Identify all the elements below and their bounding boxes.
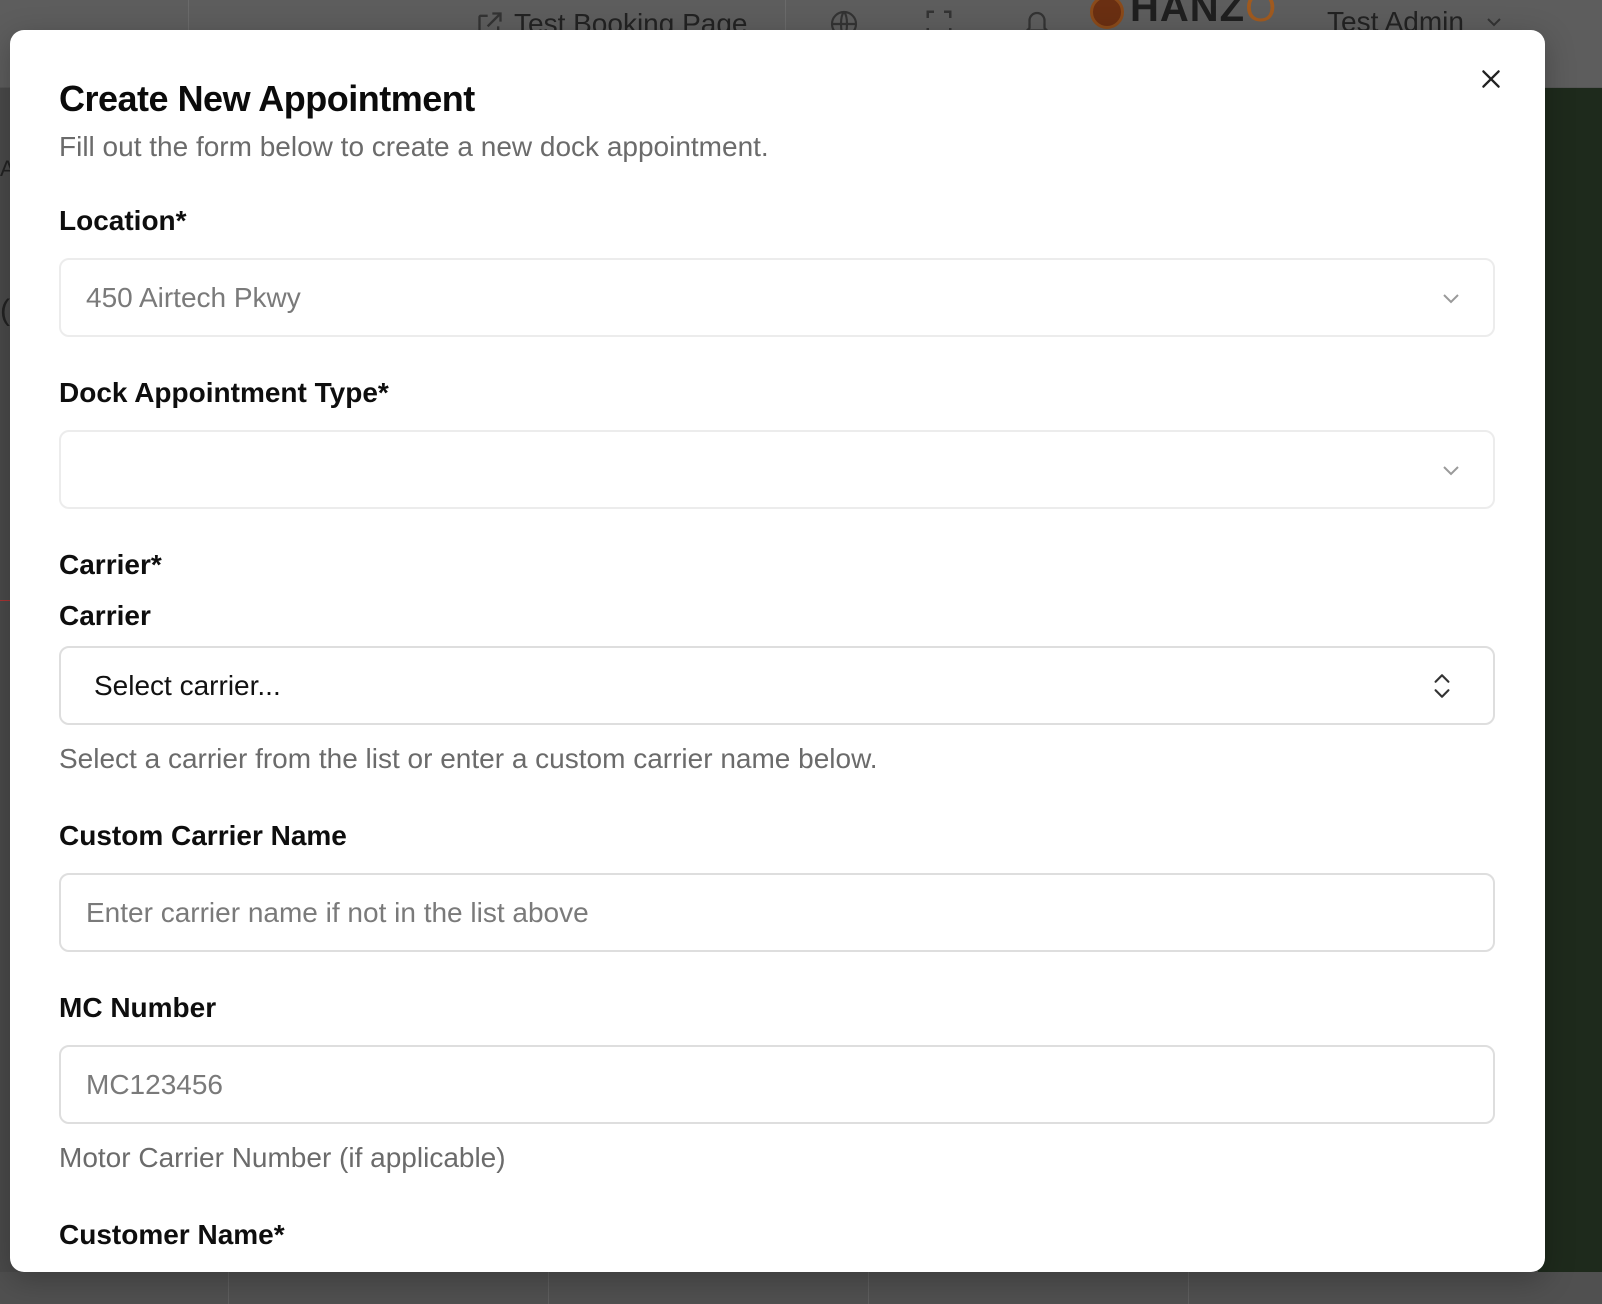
close-button[interactable] [1476,64,1506,94]
header-divider [188,0,189,30]
mc-number-field[interactable] [59,1045,1495,1124]
close-icon [1482,70,1500,88]
mc-number-label: MC Number [59,992,217,1023]
location-label: Location* [59,205,187,236]
create-appointment-dialog: Create New Appointment Fill out the form… [10,30,1545,1272]
location-select[interactable]: 450 Airtech Pkwy [59,258,1495,337]
background-footer [0,1272,1602,1304]
dock-appointment-type-label: Dock Appointment Type* [59,377,389,408]
footer-divider [1188,1272,1189,1304]
background-divider [0,600,10,601]
dialog-subtitle: Fill out the form below to create a new … [59,131,769,162]
custom-carrier-label: Custom Carrier Name [59,820,347,851]
location-value: 450 Airtech Pkwy [86,281,301,313]
carrier-section-label: Carrier* [59,549,162,580]
carrier-combobox[interactable]: Select carrier... [59,646,1495,725]
dialog-title: Create New Appointment [59,78,475,119]
custom-carrier-field[interactable] [59,873,1495,952]
header-divider [785,0,786,30]
chevron-down-icon [1443,465,1459,475]
chevron-up-down-icon [1434,673,1450,698]
logo-mark [1090,0,1124,29]
background-text-fragment: ( [0,294,10,327]
hanzo-logo: HANZO [1090,0,1277,31]
carrier-label: Carrier [59,600,151,631]
carrier-placeholder: Select carrier... [94,669,281,701]
footer-divider [548,1272,549,1304]
dock-appointment-type-select[interactable] [59,430,1495,509]
mc-number-help-text: Motor Carrier Number (if applicable) [59,1142,506,1173]
background-content-panel [1538,88,1602,1304]
logo-text: HANZO [1130,0,1278,30]
customer-name-label: Customer Name* [59,1219,285,1250]
footer-divider [868,1272,869,1304]
carrier-help-text: Select a carrier from the list or enter … [59,743,878,774]
chevron-down-icon [1443,293,1459,303]
mc-number-input[interactable] [61,1047,1493,1122]
custom-carrier-input[interactable] [61,875,1493,950]
footer-divider [228,1272,229,1304]
